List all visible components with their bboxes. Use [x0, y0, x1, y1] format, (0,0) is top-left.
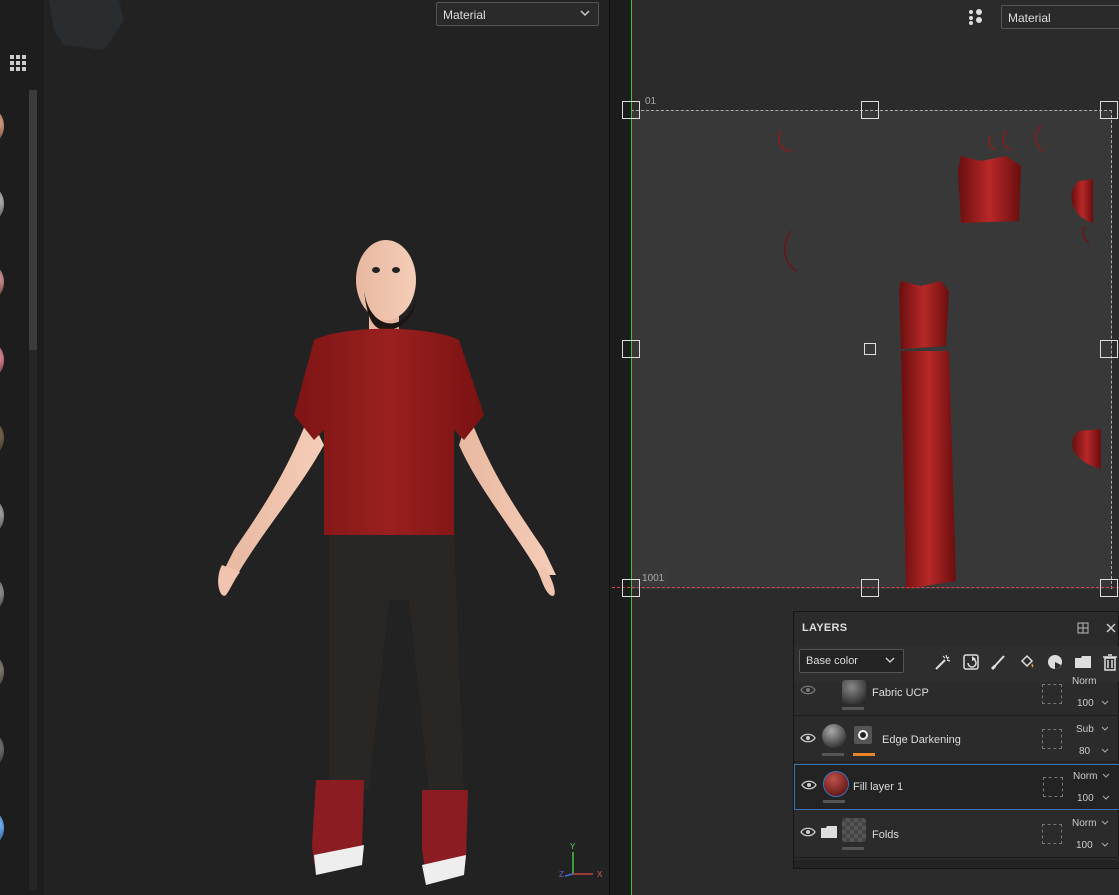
eye-icon[interactable] [800, 732, 816, 744]
viewport-material-select-value: Material [443, 8, 486, 22]
layer-thumbnail [842, 680, 866, 704]
uv-material-select-value: Material [1008, 11, 1051, 25]
layer-thumbnail [842, 818, 866, 842]
layer-opacity[interactable]: 100 [1076, 840, 1093, 851]
uv-tile-id-label: 1001 [638, 572, 669, 585]
chevron-down-icon[interactable] [1100, 746, 1110, 756]
transform-handle-bottom-left[interactable] [622, 579, 640, 597]
paint-icon[interactable] [990, 653, 1008, 671]
channel-select-value: Base color [806, 655, 858, 667]
transform-handle-top-right[interactable] [1100, 101, 1118, 119]
shelf-scrollbar[interactable] [29, 90, 37, 350]
material-preview[interactable] [0, 344, 4, 376]
layer-name: Fill layer 1 [853, 781, 904, 793]
material-preview[interactable] [0, 422, 4, 454]
axis-z-label: Z [559, 870, 564, 879]
layer-row[interactable]: Edge Darkening Sub 80 [794, 716, 1119, 762]
chevron-down-icon[interactable] [1101, 793, 1111, 803]
layer-mask-slot[interactable] [1042, 684, 1062, 704]
material-preview[interactable] [0, 188, 4, 220]
dock-icon[interactable] [1077, 622, 1089, 634]
close-icon[interactable] [1105, 622, 1117, 634]
settings-dots-icon[interactable] [967, 8, 987, 26]
chevron-down-icon[interactable] [1100, 698, 1110, 708]
chevron-down-icon[interactable] [1100, 818, 1110, 828]
add-effect-icon[interactable] [934, 653, 952, 671]
chevron-down-icon[interactable] [1100, 840, 1110, 850]
chevron-down-icon[interactable] [1100, 724, 1110, 734]
axis-y-label: Y [570, 842, 576, 851]
effect-mask-bar [853, 753, 875, 756]
layer-name: Folds [872, 829, 899, 841]
character-model[interactable] [164, 230, 564, 890]
uv-green-axis-line [631, 0, 632, 895]
blend-mode[interactable]: Sub [1076, 724, 1094, 735]
folder-icon[interactable] [820, 825, 838, 839]
transform-handle-right[interactable] [1100, 340, 1118, 358]
layer-row[interactable]: Fabric UCP Norm 100 [794, 672, 1119, 716]
eye-icon[interactable] [801, 779, 817, 791]
chevron-down-icon[interactable] [1101, 771, 1111, 781]
blend-mode[interactable]: Norm [1072, 676, 1096, 687]
folder-icon[interactable] [1074, 653, 1092, 671]
layer-mask-slot[interactable] [1042, 824, 1062, 844]
delete-icon[interactable] [1101, 653, 1119, 671]
transform-handle-top[interactable] [861, 101, 879, 119]
transform-handle-bottom-right[interactable] [1100, 579, 1118, 597]
eye-icon[interactable] [800, 826, 816, 838]
layer-opacity[interactable]: 80 [1079, 746, 1090, 757]
viewport-divider[interactable] [609, 0, 632, 895]
material-preview[interactable] [0, 500, 4, 532]
blend-mode[interactable]: Norm [1072, 818, 1096, 829]
layer-thumbnail [822, 724, 846, 748]
layer-opacity[interactable]: 100 [1077, 793, 1094, 804]
material-preview[interactable] [0, 578, 4, 610]
layer-row-selected[interactable]: Fill layer 1 Norm 100 [794, 764, 1119, 810]
layer-opacity[interactable]: 100 [1077, 698, 1094, 709]
transform-handle-top-left[interactable] [622, 101, 640, 119]
smart-material-icon[interactable] [1046, 653, 1064, 671]
effect-mask-icon[interactable] [854, 726, 872, 744]
layer-thumbnail [823, 771, 849, 797]
layer-name: Fabric UCP [872, 687, 929, 699]
corner-shape [49, 0, 124, 50]
material-preview[interactable] [0, 110, 4, 142]
material-preview[interactable] [0, 656, 4, 688]
blend-mode[interactable]: Norm [1073, 771, 1097, 782]
uv-material-select[interactable]: Material [1001, 5, 1119, 29]
layer-thumbnail-bar [842, 707, 864, 710]
add-fill-icon[interactable] [962, 653, 980, 671]
layer-mask-slot[interactable] [1042, 729, 1062, 749]
layer-thumbnail-bar [823, 800, 845, 803]
material-preview[interactable] [0, 734, 4, 766]
layers-title: LAYERS [802, 622, 848, 634]
grid-view-icon[interactable] [10, 55, 28, 73]
channel-select[interactable]: Base color [799, 649, 904, 673]
chevron-down-icon [885, 657, 895, 664]
layer-mask-slot[interactable] [1043, 777, 1063, 797]
transform-handle-bottom[interactable] [861, 579, 879, 597]
fill-bucket-icon[interactable] [1018, 653, 1036, 671]
transform-handle-left[interactable] [622, 340, 640, 358]
chevron-down-icon [580, 10, 590, 17]
material-preview[interactable] [0, 266, 4, 298]
transform-handle-center[interactable] [864, 343, 876, 355]
material-preview[interactable] [0, 812, 4, 844]
layers-scrollbar[interactable] [794, 860, 1119, 868]
axis-x-label: X [597, 870, 603, 879]
viewport-3d[interactable]: Y X Z [44, 0, 609, 895]
uv-tile-top-label: 01 [645, 96, 657, 107]
layers-panel: LAYERS Base color Fabric UCP Norm 100 Ed… [793, 611, 1119, 869]
layer-name: Edge Darkening [882, 734, 961, 746]
shelf-strip [0, 0, 44, 895]
viewport-material-select[interactable]: Material [436, 2, 599, 26]
layer-thumbnail-bar [822, 753, 844, 756]
eye-icon[interactable] [800, 684, 816, 696]
layer-thumbnail-bar [842, 847, 864, 850]
layer-row-folder[interactable]: Folds Norm 100 [794, 812, 1119, 858]
